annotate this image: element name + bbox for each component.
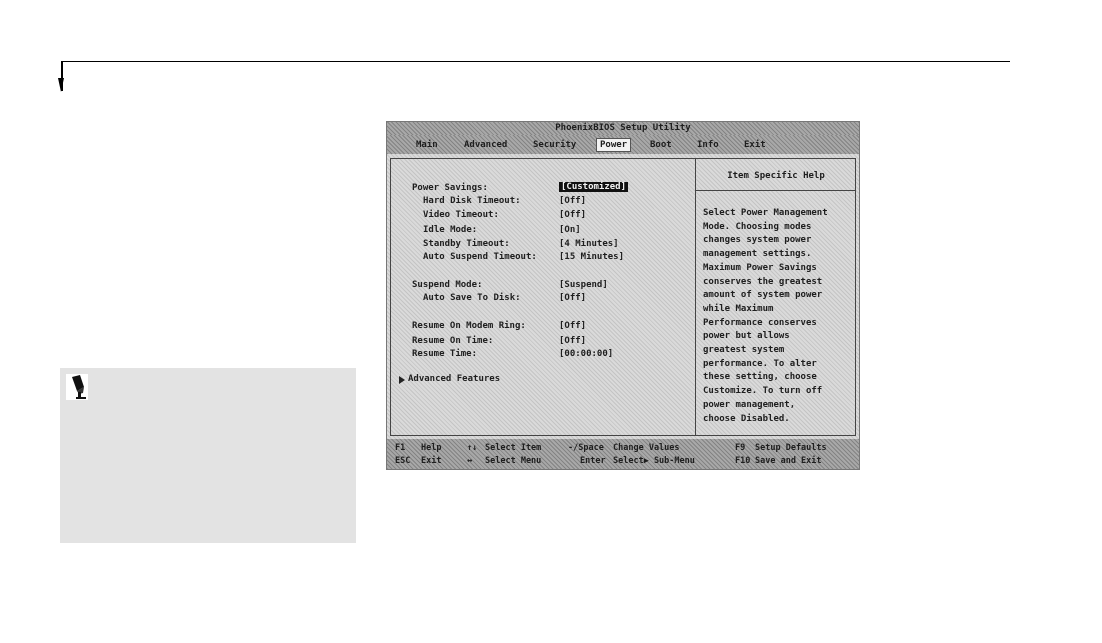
- tab-power[interactable]: Power: [596, 138, 632, 152]
- help-line: choose Disabled.: [703, 413, 790, 424]
- setting-label-resume-time: Resume Time:: [412, 349, 478, 359]
- help-text: Select Power Management Mode. Choosing m…: [703, 207, 851, 426]
- tab-security[interactable]: Security: [530, 139, 579, 151]
- pen-icon: [66, 374, 88, 400]
- bios-title-bar: PhoenixBIOS Setup Utility: [387, 122, 859, 135]
- setting-label-standby-timeout: Standby Timeout:: [423, 239, 510, 249]
- setting-label-auto-suspend-timeout: Auto Suspend Timeout:: [423, 252, 537, 262]
- footer-key-f9: F9: [735, 443, 746, 453]
- help-line: Maximum Power Savings: [703, 262, 817, 273]
- bios-title: PhoenixBIOS Setup Utility: [555, 123, 691, 133]
- setting-value-idle-mode[interactable]: [On]: [559, 225, 581, 235]
- tab-advanced[interactable]: Advanced: [461, 139, 510, 151]
- setting-label-suspend-mode: Suspend Mode:: [412, 280, 483, 290]
- footer-desc-select-submenu: Select▶ Sub-Menu: [613, 456, 695, 466]
- footer-key-f10: F10: [735, 456, 751, 466]
- footer-key-left-right: ↔: [467, 456, 473, 466]
- footer-desc-exit: Exit: [421, 456, 442, 466]
- setting-label-auto-save-to-disk: Auto Save To Disk:: [423, 293, 521, 303]
- setting-label-video-timeout: Video Timeout:: [423, 210, 499, 220]
- help-line: Performance conserves: [703, 317, 817, 328]
- help-line: management settings.: [703, 249, 812, 260]
- tab-exit[interactable]: Exit: [741, 139, 769, 151]
- help-divider: [695, 158, 696, 436]
- note-panel: [60, 368, 356, 543]
- setting-value-resume-time[interactable]: [00:00:00]: [559, 349, 613, 359]
- footer-desc-select-item: Select Item: [485, 443, 542, 453]
- help-line: Mode. Choosing modes: [703, 221, 812, 232]
- setting-label-resume-on-modem-ring: Resume On Modem Ring:: [412, 321, 526, 331]
- help-line: Customize. To turn off: [703, 386, 823, 397]
- tab-main[interactable]: Main: [413, 139, 441, 151]
- setting-label-idle-mode: Idle Mode:: [423, 225, 478, 235]
- bios-menu-bar: Main Advanced Security Power Boot Info E…: [387, 135, 859, 154]
- setting-label-power-savings: Power Savings:: [412, 183, 488, 193]
- bios-setup-screen: PhoenixBIOS Setup Utility Main Advanced …: [386, 121, 860, 470]
- help-line: amount of system power: [703, 290, 823, 301]
- setting-value-power-savings[interactable]: [Customized]: [559, 182, 629, 192]
- help-line: conserves the greatest: [703, 276, 823, 287]
- footer-desc-select-menu: Select Menu: [485, 456, 542, 466]
- help-line: these setting, choose: [703, 372, 817, 383]
- footer-desc-setup-defaults: Setup Defaults: [755, 443, 827, 453]
- setting-value-resume-on-modem-ring[interactable]: [Off]: [559, 321, 586, 331]
- help-line: power but allows: [703, 331, 790, 342]
- setting-value-auto-suspend-timeout[interactable]: [15 Minutes]: [559, 252, 624, 262]
- footer-key-esc: ESC: [395, 456, 411, 466]
- setting-value-suspend-mode[interactable]: [Suspend]: [559, 280, 608, 290]
- help-line: changes system power: [703, 235, 812, 246]
- help-line: Select Power Management: [703, 208, 828, 218]
- submenu-advanced-features[interactable]: Advanced Features: [408, 374, 500, 384]
- help-line: performance. To alter: [703, 358, 817, 369]
- help-line: while Maximum: [703, 303, 774, 314]
- setting-value-video-timeout[interactable]: [Off]: [559, 210, 586, 220]
- tab-info[interactable]: Info: [694, 139, 722, 151]
- setting-label-hard-disk-timeout: Hard Disk Timeout:: [423, 196, 521, 206]
- help-title: Item Specific Help: [727, 171, 825, 181]
- setting-value-auto-save-to-disk[interactable]: [Off]: [559, 293, 586, 303]
- setting-value-resume-on-time[interactable]: [Off]: [559, 336, 586, 346]
- setting-label-resume-on-time: Resume On Time:: [412, 336, 494, 346]
- tab-boot[interactable]: Boot: [647, 139, 675, 151]
- footer-key-minus-space: -/Space: [568, 443, 604, 453]
- page-top-rule: [61, 61, 1010, 62]
- footer-desc-save-and-exit: Save and Exit: [755, 456, 822, 466]
- setting-value-standby-timeout[interactable]: [4 Minutes]: [559, 239, 619, 249]
- footer-desc-change-values: Change Values: [613, 443, 680, 453]
- help-line: greatest system: [703, 345, 785, 356]
- page-margin-marker-tip: [58, 78, 64, 92]
- footer-key-enter: Enter: [580, 456, 606, 466]
- footer-desc-help: Help: [421, 443, 442, 453]
- submenu-arrow-icon: [399, 376, 405, 384]
- footer-key-up-down: ↑↓: [467, 443, 478, 453]
- help-line: power management,: [703, 399, 796, 410]
- setting-value-hard-disk-timeout[interactable]: [Off]: [559, 196, 586, 206]
- footer-key-f1: F1: [395, 443, 406, 453]
- bios-key-legend: F1 Help ↑↓ Select Item -/Space Change Va…: [387, 439, 859, 469]
- help-title-rule: [696, 190, 856, 191]
